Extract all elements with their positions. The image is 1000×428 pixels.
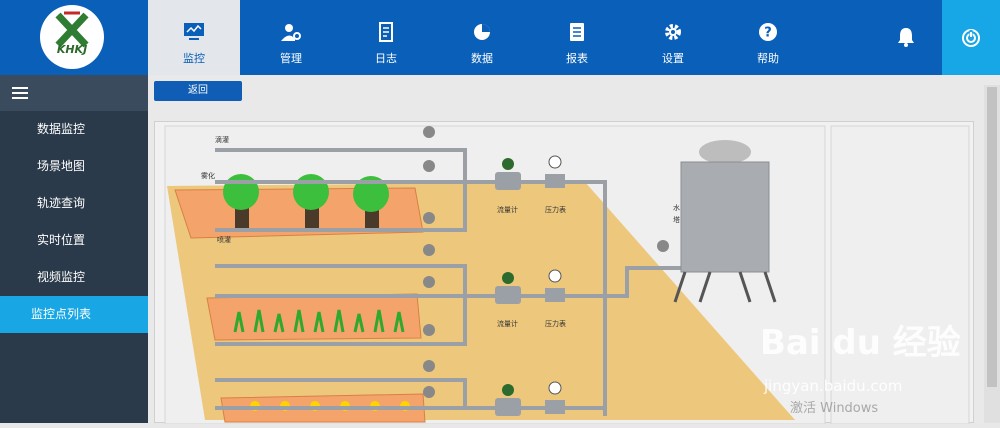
pressure-label: 压力表 [545, 205, 566, 214]
nav-label: 帮助 [757, 52, 779, 65]
nav-tab-report[interactable]: 报表 [531, 0, 623, 75]
top-navigation-bar: KHKJ 监控 管理 日志 数据 报表 设置 ? 帮助 [0, 0, 1000, 75]
watermark-brand: Bai du 经验 [760, 323, 961, 363]
drip-label: 滴灌 [215, 135, 229, 144]
sidebar-item-track-query[interactable]: 轨迹查询 [0, 185, 148, 222]
sidebar-item-live-location[interactable]: 实时位置 [0, 222, 148, 259]
power-icon [962, 29, 980, 47]
hamburger-icon [12, 87, 28, 99]
svg-text:?: ? [764, 26, 772, 41]
sidebar-toggle[interactable] [0, 75, 148, 111]
mist-label: 雾化 [201, 171, 215, 180]
watermark-activate: 激活 Windows [790, 401, 879, 416]
bell-icon[interactable] [896, 26, 916, 52]
nav-label: 设置 [662, 52, 684, 65]
watermark: Bai du 经验 jingyan.baidu.com 激活 Windows [760, 315, 1000, 423]
gear-icon [627, 22, 719, 44]
nav-label: 日志 [375, 52, 397, 65]
nav-tab-help[interactable]: ? 帮助 [722, 0, 814, 75]
sidebar: 数据监控 场景地图 轨迹查询 实时位置 视频监控 监控点列表 [0, 75, 148, 423]
nav-tab-monitor[interactable]: 监控 [148, 0, 240, 75]
flowmeter-label: 流量计 [497, 205, 518, 214]
user-gear-icon [245, 22, 337, 44]
back-button[interactable]: 返回 [154, 81, 242, 101]
nav-tab-data[interactable]: 数据 [436, 0, 528, 75]
nav-tab-manage[interactable]: 管理 [245, 0, 337, 75]
report-icon [531, 22, 623, 44]
monitor-icon [148, 22, 240, 44]
nav-label: 管理 [280, 52, 302, 65]
nav-label: 报表 [566, 52, 588, 65]
nav-tab-log[interactable]: 日志 [340, 0, 432, 75]
sidebar-item-monitor-point-list[interactable]: 监控点列表 [0, 296, 148, 333]
notebook-icon [340, 22, 432, 44]
watermark-url: jingyan.baidu.com [764, 377, 903, 395]
nav-label: 数据 [471, 52, 493, 65]
logo-text: KHKJ [56, 43, 88, 56]
sidebar-item-data-monitor[interactable]: 数据监控 [0, 111, 148, 148]
sidebar-item-scene-map[interactable]: 场景地图 [0, 148, 148, 185]
tower-label-2: 塔 [673, 215, 680, 224]
tower-label-1: 水 [673, 203, 680, 212]
pie-chart-icon [436, 22, 528, 44]
nav-tab-settings[interactable]: 设置 [627, 0, 719, 75]
company-logo[interactable]: KHKJ [40, 5, 104, 69]
logo-x-mark [55, 11, 89, 48]
help-icon: ? [722, 22, 814, 44]
nav-label: 监控 [183, 52, 205, 65]
pressure-label: 压力表 [545, 319, 566, 328]
power-button[interactable] [942, 0, 1000, 75]
sidebar-item-video-monitor[interactable]: 视频监控 [0, 259, 148, 296]
flowmeter-label: 流量计 [497, 319, 518, 328]
spray-label: 喷灌 [217, 235, 231, 244]
